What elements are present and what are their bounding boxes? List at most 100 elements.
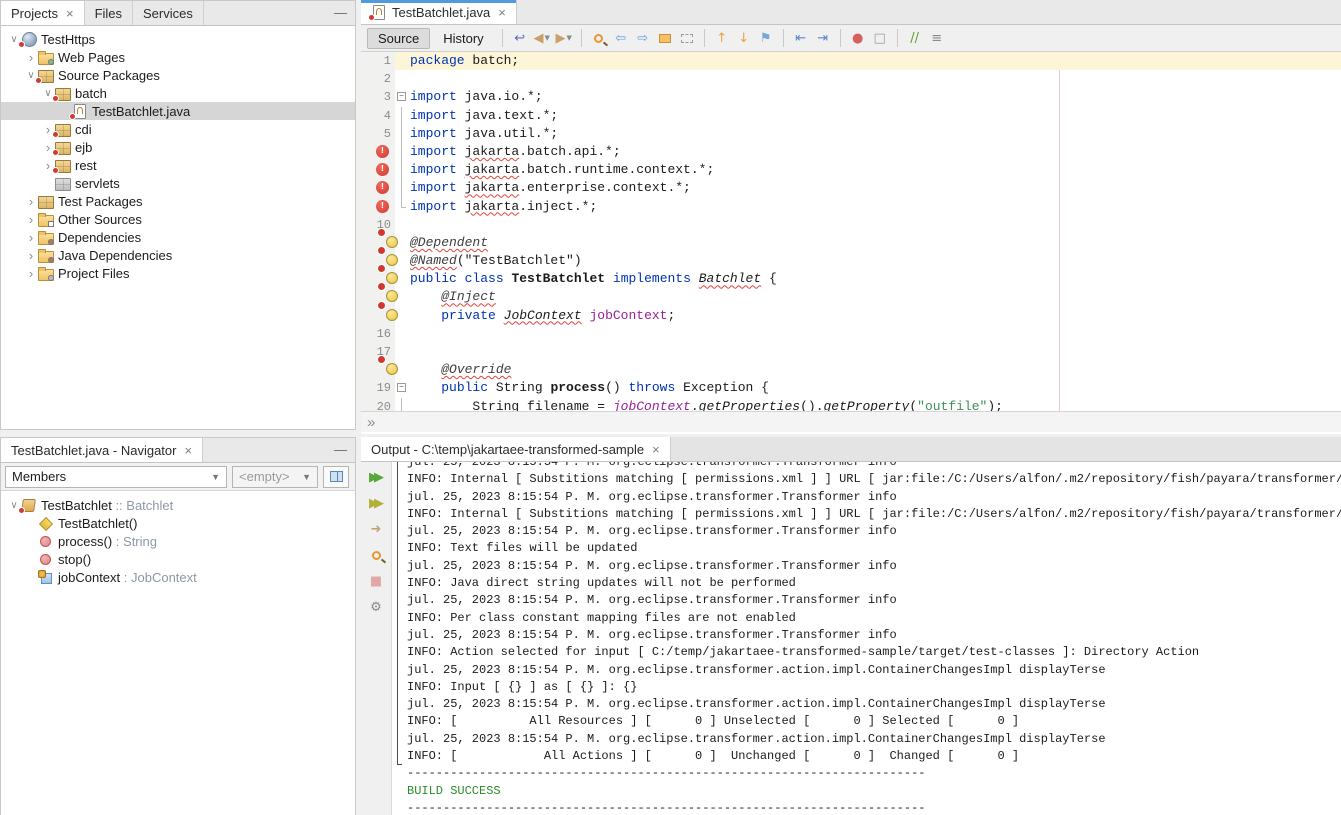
tree-item-ejb[interactable]: ›ejb — [1, 138, 355, 156]
find-previous-button[interactable]: ⇦ — [611, 28, 631, 48]
tab-files[interactable]: Files — [85, 1, 133, 25]
code-editor[interactable]: 1package batch;23−import java.io.*;4impo… — [361, 52, 1341, 411]
filter-combobox[interactable]: <empty> ▼ — [232, 466, 318, 488]
error-glyph[interactable]: ! — [361, 161, 395, 179]
chevron-down-icon[interactable]: ▼ — [566, 34, 571, 42]
expand-icon[interactable]: › — [24, 50, 38, 65]
code-line[interactable]: @Override — [361, 361, 1341, 379]
code-line[interactable]: 4import java.text.*; — [361, 107, 1341, 125]
expand-icon[interactable]: › — [24, 230, 38, 245]
fold-column[interactable]: − — [395, 88, 410, 106]
minimize-icon[interactable]: — — [334, 442, 347, 457]
hint-error-glyph[interactable] — [361, 307, 395, 325]
tree-item-servlets[interactable]: servlets — [1, 174, 355, 192]
history-toggle-button[interactable]: History — [432, 28, 494, 49]
tree-item-dependencies[interactable]: ›Dependencies — [1, 228, 355, 246]
tree-item-web-pages[interactable]: ›Web Pages — [1, 48, 355, 66]
rectangular-selection-button[interactable] — [677, 28, 697, 48]
rerun-params-button[interactable]: ▶▶ — [367, 494, 386, 512]
code-line[interactable]: !import jakarta.batch.runtime.context.*; — [361, 161, 1341, 179]
tree-item-testbatchlet-java[interactable]: TestBatchlet.java — [1, 102, 355, 120]
tree-item-rest[interactable]: ›rest — [1, 156, 355, 174]
tree-item-other-sources[interactable]: ›Other Sources — [1, 210, 355, 228]
options-button[interactable]: ⚙ — [367, 598, 386, 616]
editor-tab-testbatchlet[interactable]: TestBatchlet.java × — [361, 0, 517, 24]
expand-icon[interactable]: › — [24, 248, 38, 263]
source-toggle-button[interactable]: Source — [367, 28, 430, 49]
code-line[interactable]: 10 — [361, 216, 1341, 234]
error-glyph[interactable]: ! — [361, 143, 395, 161]
minimize-icon[interactable]: — — [334, 5, 347, 20]
expand-icon[interactable]: › — [24, 212, 38, 227]
fold-collapse-icon[interactable]: − — [397, 92, 406, 101]
breadcrumb-bar[interactable]: » — [361, 411, 1341, 432]
expand-icon[interactable]: › — [24, 266, 38, 281]
code-line[interactable]: !import jakarta.enterprise.context.*; — [361, 179, 1341, 197]
last-edit-button[interactable]: ↩ — [510, 28, 530, 48]
close-icon[interactable]: × — [498, 5, 506, 20]
back-button[interactable]: ◀▼ — [532, 28, 552, 48]
tree-item-source-packages[interactable]: ∨Source Packages — [1, 66, 355, 84]
stop-button[interactable]: ■ — [367, 572, 386, 590]
tab-projects[interactable]: Projects × — [1, 1, 85, 25]
next-bookmark-button[interactable]: ↓ — [734, 28, 754, 48]
tree-item-batch[interactable]: ∨batch — [1, 84, 355, 102]
shift-right-button[interactable]: ⇥ — [813, 28, 833, 48]
close-icon[interactable]: × — [652, 442, 660, 457]
members-combobox[interactable]: Members ▼ — [5, 466, 227, 488]
fold-collapse-icon[interactable]: − — [397, 383, 406, 392]
rerun-button[interactable]: ▶▶ — [367, 468, 386, 486]
error-glyph[interactable]: ! — [361, 198, 395, 216]
code-line[interactable]: 17 — [361, 343, 1341, 361]
tree-item-testhttps[interactable]: ∨TestHttps — [1, 30, 355, 48]
tree-item-test-packages[interactable]: ›Test Packages — [1, 192, 355, 210]
navigator-item-stop-[interactable]: stop() — [1, 550, 355, 568]
code-line[interactable]: 5import java.util.*; — [361, 125, 1341, 143]
navigator-item-jobcontext[interactable]: jobContext : JobContext — [1, 568, 355, 586]
find-output-button[interactable] — [367, 546, 386, 564]
navigator-item-testbatchlet[interactable]: ∨TestBatchlet :: Batchlet — [1, 496, 355, 514]
code-line[interactable]: public class TestBatchlet implements Bat… — [361, 270, 1341, 288]
inherited-members-button[interactable] — [323, 466, 349, 488]
find-next-button[interactable]: ⇨ — [633, 28, 653, 48]
navigator-item-testbatchlet-[interactable]: TestBatchlet() — [1, 514, 355, 532]
code-line[interactable]: !import jakarta.inject.*; — [361, 198, 1341, 216]
toggle-bookmark-button[interactable]: ⚑ — [756, 28, 776, 48]
tree-item-java-dependencies[interactable]: ›Java Dependencies — [1, 246, 355, 264]
toggle-highlight-button[interactable] — [655, 28, 675, 48]
run-arrow-button[interactable]: ➜ — [367, 520, 386, 538]
code-line[interactable]: 1package batch; — [361, 52, 1341, 70]
fold-column[interactable]: − — [395, 379, 410, 397]
breadcrumb-expand-icon[interactable]: » — [367, 414, 375, 431]
code-line[interactable]: private JobContext jobContext; — [361, 307, 1341, 325]
previous-bookmark-button[interactable]: ↑ — [712, 28, 732, 48]
uncomment-button[interactable]: ≡ — [927, 28, 947, 48]
comment-button[interactable]: // — [905, 28, 925, 48]
code-line[interactable]: 3−import java.io.*; — [361, 88, 1341, 106]
code-line[interactable]: @Dependent — [361, 234, 1341, 252]
code-line[interactable]: 16 — [361, 325, 1341, 343]
shift-left-button[interactable]: ⇤ — [791, 28, 811, 48]
code-line[interactable]: 2 — [361, 70, 1341, 88]
code-line[interactable]: 20 String filename = jobContext.getPrope… — [361, 398, 1341, 411]
tree-item-project-files[interactable]: ›Project Files — [1, 264, 355, 282]
forward-button[interactable]: ▶▼ — [554, 28, 574, 48]
chevron-down-icon[interactable]: ▼ — [544, 34, 549, 42]
code-line[interactable]: @Named("TestBatchlet") — [361, 252, 1341, 270]
error-glyph[interactable]: ! — [361, 179, 395, 197]
close-icon[interactable]: × — [66, 6, 74, 21]
record-macro-button[interactable]: ● — [848, 28, 868, 48]
tab-services[interactable]: Services — [133, 1, 204, 25]
tree-item-cdi[interactable]: ›cdi — [1, 120, 355, 138]
code-line[interactable]: @Inject — [361, 288, 1341, 306]
expand-icon[interactable]: › — [24, 194, 38, 209]
hint-error-glyph[interactable] — [361, 361, 395, 379]
find-button[interactable] — [589, 28, 609, 48]
stop-macro-button[interactable]: □ — [870, 28, 890, 48]
output-tab[interactable]: Output - C:\temp\jakartaee-transformed-s… — [361, 437, 671, 461]
tab-navigator[interactable]: TestBatchlet.java - Navigator × — [1, 438, 203, 462]
output-console[interactable]: jul. 25, 2023 8:15:54 P. M. org.eclipse.… — [392, 462, 1341, 815]
code-line[interactable]: 19− public String process() throws Excep… — [361, 379, 1341, 397]
navigator-item-process-[interactable]: process() : String — [1, 532, 355, 550]
close-icon[interactable]: × — [184, 443, 192, 458]
